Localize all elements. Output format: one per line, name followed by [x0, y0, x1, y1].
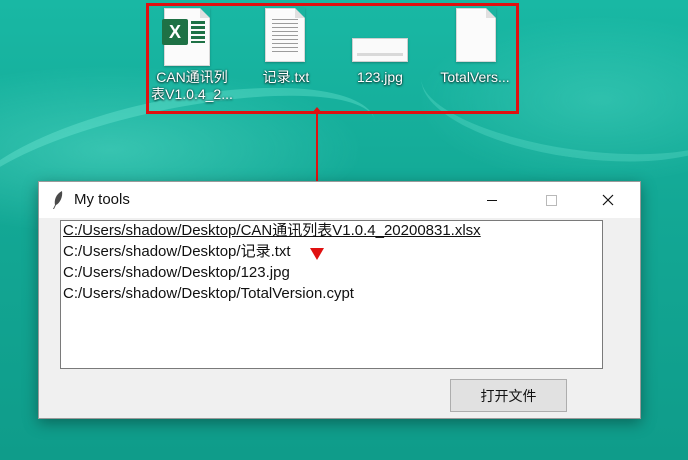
open-file-button[interactable]: 打开文件: [450, 379, 567, 412]
maximize-icon: [545, 194, 557, 206]
annotation-box: [146, 3, 519, 114]
minimize-button[interactable]: [469, 182, 515, 218]
window-title: My tools: [74, 191, 130, 208]
title-bar[interactable]: My tools: [39, 182, 640, 218]
minimize-icon: [487, 199, 497, 201]
file-listbox[interactable]: C:/Users/shadow/Desktop/CAN通讯列表V1.0.4_20…: [60, 220, 603, 369]
annotation-arrowhead: [310, 248, 324, 260]
maximize-button[interactable]: [528, 182, 574, 218]
feather-icon: [53, 191, 63, 209]
close-button[interactable]: [585, 182, 631, 218]
list-item[interactable]: C:/Users/shadow/Desktop/记录.txt: [63, 242, 291, 262]
close-icon: [602, 194, 614, 206]
list-item[interactable]: C:/Users/shadow/Desktop/TotalVersion.cyp…: [63, 284, 354, 304]
list-item[interactable]: C:/Users/shadow/Desktop/123.jpg: [63, 263, 290, 283]
list-item[interactable]: C:/Users/shadow/Desktop/CAN通讯列表V1.0.4_20…: [63, 221, 481, 241]
my-tools-window: My tools C:/Users/shadow/Desktop/CAN通讯列表…: [38, 181, 641, 419]
